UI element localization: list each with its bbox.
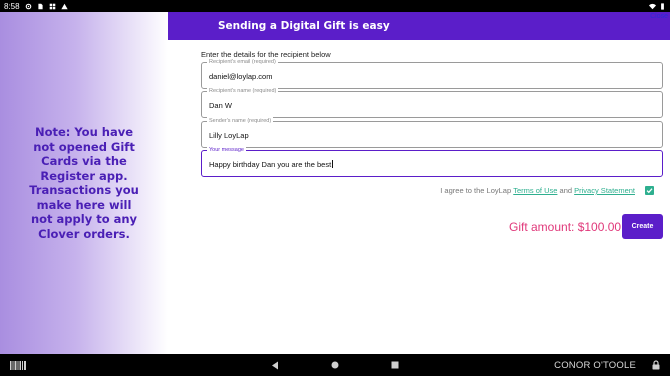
status-time: 8:58: [4, 1, 20, 11]
settings-icon: [25, 3, 31, 9]
header-bar: Sending a Digital Gift is easy Close: [168, 12, 670, 40]
recents-button[interactable]: [388, 354, 402, 376]
warning-icon: [60, 3, 68, 9]
sim-icon: [37, 3, 43, 9]
gift-amount: Gift amount: $100.00: [509, 220, 622, 234]
message-label: Your message: [207, 146, 246, 154]
lock-button[interactable]: [650, 354, 662, 376]
close-link[interactable]: Close: [650, 13, 668, 20]
wifi-icon: [649, 3, 656, 9]
recipient-name-label: Recipient's name (required): [207, 87, 279, 95]
recipient-name-field[interactable]: Recipient's name (required) Dan W: [201, 87, 663, 118]
sender-name-value[interactable]: Lilly LoyLap: [209, 131, 249, 140]
recipient-email-label: Recipient's email (required): [207, 58, 278, 66]
recipient-email-field[interactable]: Recipient's email (required) daniel@loyl…: [201, 58, 663, 89]
create-button[interactable]: Create: [622, 214, 663, 239]
info-panel: Note: You have not opened Gift Cards via…: [0, 12, 168, 354]
agree-and: and: [559, 186, 573, 195]
message-value[interactable]: Happy birthday Dan you are the best: [209, 160, 331, 169]
nav-bar: CONOR O'TOOLE: [0, 354, 670, 376]
home-button[interactable]: [328, 354, 342, 376]
sender-name-field[interactable]: Sender's name (required) Lilly LoyLap: [201, 117, 663, 148]
status-left: 8:58: [4, 2, 68, 11]
barcode-icon: [10, 360, 26, 370]
grid-icon: [49, 3, 55, 9]
status-bar: 8:58: [0, 0, 670, 12]
recipient-email-value[interactable]: daniel@loylap.com: [209, 72, 272, 81]
barcode-button[interactable]: [8, 354, 28, 376]
agree-checkbox[interactable]: [645, 186, 654, 195]
check-icon: [646, 188, 653, 194]
privacy-link[interactable]: Privacy Statement: [574, 186, 635, 195]
message-value-wrap[interactable]: Happy birthday Dan you are the best: [209, 160, 334, 169]
lock-icon: [652, 360, 660, 370]
page-title: Sending a Digital Gift is easy: [218, 20, 390, 32]
home-icon: [331, 361, 339, 369]
gift-form-panel: Sending a Digital Gift is easy Close Ent…: [168, 12, 670, 354]
terms-link[interactable]: Terms of Use: [513, 186, 557, 195]
back-icon: [272, 361, 278, 369]
register-note: Note: You have not opened Gift Cards via…: [29, 125, 139, 241]
recipient-name-value[interactable]: Dan W: [209, 101, 232, 110]
agree-prefix: I agree to the LoyLap: [440, 186, 512, 195]
recents-icon: [391, 361, 399, 369]
status-right: [649, 2, 666, 10]
message-field[interactable]: Your message Happy birthday Dan you are …: [201, 146, 663, 177]
back-button[interactable]: [268, 354, 282, 376]
battery-icon: [661, 2, 664, 10]
text-caret: [332, 160, 334, 168]
agree-row: I agree to the LoyLap Terms of Use and P…: [440, 186, 654, 195]
sender-name-label: Sender's name (required): [207, 117, 274, 125]
user-name: CONOR O'TOOLE: [554, 360, 636, 371]
